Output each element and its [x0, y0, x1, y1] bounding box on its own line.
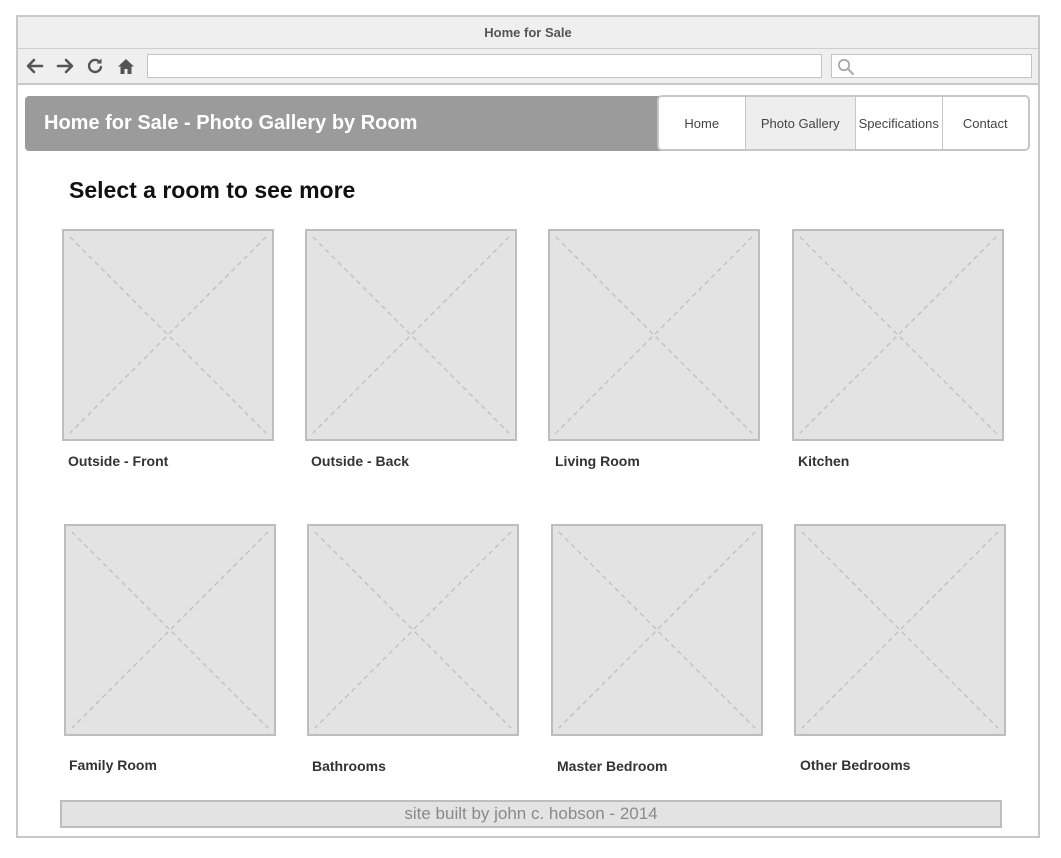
room-label-master-bedroom[interactable]: Master Bedroom	[557, 758, 667, 774]
room-label-outside-front[interactable]: Outside - Front	[68, 453, 168, 469]
browser-search-input[interactable]	[831, 54, 1032, 78]
address-bar[interactable]	[147, 54, 822, 78]
footer-text: site built by john c. hobson - 2014	[404, 804, 658, 823]
site-footer: site built by john c. hobson - 2014	[60, 800, 1002, 828]
reload-icon[interactable]	[84, 56, 106, 76]
site-nav: Home Photo Gallery Specifications Contac…	[657, 95, 1030, 151]
nav-contact[interactable]: Contact	[942, 97, 1028, 149]
nav-photo-gallery[interactable]: Photo Gallery	[745, 97, 856, 149]
room-photo-other-bedrooms[interactable]	[794, 524, 1006, 736]
room-label-bathrooms[interactable]: Bathrooms	[312, 758, 386, 774]
page-heading: Select a room to see more	[69, 177, 356, 203]
room-photo-family-room[interactable]	[64, 524, 276, 736]
forward-arrow-icon[interactable]	[54, 56, 76, 76]
room-label-living-room[interactable]: Living Room	[555, 453, 640, 469]
browser-window: Home for Sale Home for Sale - Photo Gall…	[16, 15, 1040, 838]
nav-home[interactable]: Home	[659, 97, 746, 149]
window-titlebar: Home for Sale	[18, 17, 1038, 49]
site-title: Home for Sale - Photo Gallery by Room	[44, 112, 418, 134]
back-arrow-icon[interactable]	[24, 56, 46, 76]
room-photo-kitchen[interactable]	[792, 229, 1004, 441]
room-photo-living-room[interactable]	[548, 229, 760, 441]
home-icon[interactable]	[115, 56, 137, 76]
room-label-family-room[interactable]: Family Room	[69, 757, 157, 773]
site-header: Home for Sale - Photo Gallery by Room	[25, 96, 665, 151]
room-photo-bathrooms[interactable]	[307, 524, 519, 736]
nav-specifications[interactable]: Specifications	[856, 97, 943, 149]
room-photo-outside-front[interactable]	[62, 229, 274, 441]
room-label-outside-back[interactable]: Outside - Back	[311, 453, 409, 469]
room-label-kitchen[interactable]: Kitchen	[798, 453, 849, 469]
room-photo-outside-back[interactable]	[305, 229, 517, 441]
browser-toolbar	[18, 49, 1038, 85]
window-title: Home for Sale	[484, 25, 572, 40]
room-label-other-bedrooms[interactable]: Other Bedrooms	[800, 757, 910, 773]
room-photo-master-bedroom[interactable]	[551, 524, 763, 736]
